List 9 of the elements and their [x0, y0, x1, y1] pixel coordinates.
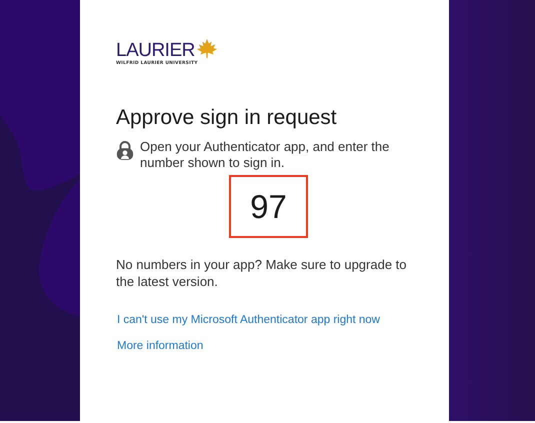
logo-wordmark: LAURIER — [116, 41, 195, 61]
page-title: Approve sign in request — [116, 105, 338, 131]
help-link[interactable]: I can't use my Microsoft Authenticator app right now — [116, 314, 380, 326]
maple-leaf-icon — [196, 38, 218, 60]
help-link[interactable]: More information — [116, 340, 204, 352]
upgrade-note: No numbers in your app? Make sure to upgrade to the latest version. — [116, 256, 408, 290]
lock-icon — [116, 141, 134, 161]
instruction-text: Open your Authenticator app, and enter the number shown to sign in. — [140, 139, 390, 171]
sign-in-number: 97 — [250, 188, 287, 226]
